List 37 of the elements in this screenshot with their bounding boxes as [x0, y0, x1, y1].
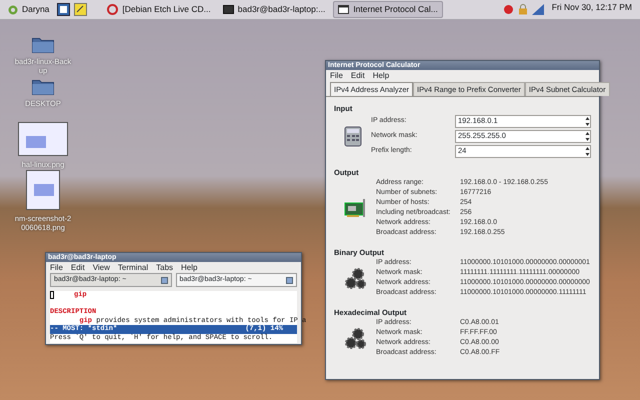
menu-item[interactable]: View [88, 262, 114, 274]
network-card-icon [344, 196, 366, 219]
menu-item[interactable]: Help [177, 262, 202, 274]
menu-item[interactable]: File [46, 262, 67, 274]
text-cursor [50, 291, 54, 299]
terminal-icon [222, 4, 234, 15]
browser-icon [107, 4, 118, 15]
notepad-icon[interactable] [74, 3, 88, 16]
image-thumbnail-icon [18, 122, 68, 156]
clock-text: Fri Nov 30, 12:17 PM [550, 1, 633, 14]
lock-icon [518, 4, 528, 15]
menu-item[interactable]: Terminal [114, 262, 152, 274]
taskbar-button[interactable]: Internet Protocol Cal... [333, 1, 443, 18]
logo-icon [8, 4, 18, 14]
menu-item[interactable]: Tabs [152, 262, 178, 274]
spin-arrows-icon[interactable] [585, 130, 590, 142]
menu-item[interactable]: Edit [66, 262, 89, 274]
folder-icon [32, 36, 54, 53]
gears-icon [344, 267, 366, 289]
menu-item[interactable]: Edit [346, 70, 369, 82]
spin-arrows-icon[interactable] [585, 116, 590, 126]
menu-button[interactable]: Daryna [4, 1, 54, 18]
window-icon [338, 4, 350, 15]
close-icon[interactable] [286, 276, 293, 284]
close-icon[interactable] [160, 276, 168, 284]
spin-arrows-icon[interactable] [585, 146, 590, 156]
screen-icon[interactable] [57, 3, 70, 16]
menu-item[interactable]: Help [368, 70, 394, 82]
signal-icon [532, 4, 544, 15]
taskbar-button[interactable]: bad3r@bad3r-laptop:... [218, 1, 330, 18]
gears-icon [344, 327, 366, 350]
folder-icon [32, 78, 54, 95]
update-icon [502, 4, 514, 15]
image-thumbnail-icon [26, 170, 60, 210]
calculator-icon [342, 125, 364, 147]
menu-item[interactable]: File [326, 70, 347, 82]
taskbar-button[interactable]: [Debian Etch Live CD... [103, 1, 215, 18]
